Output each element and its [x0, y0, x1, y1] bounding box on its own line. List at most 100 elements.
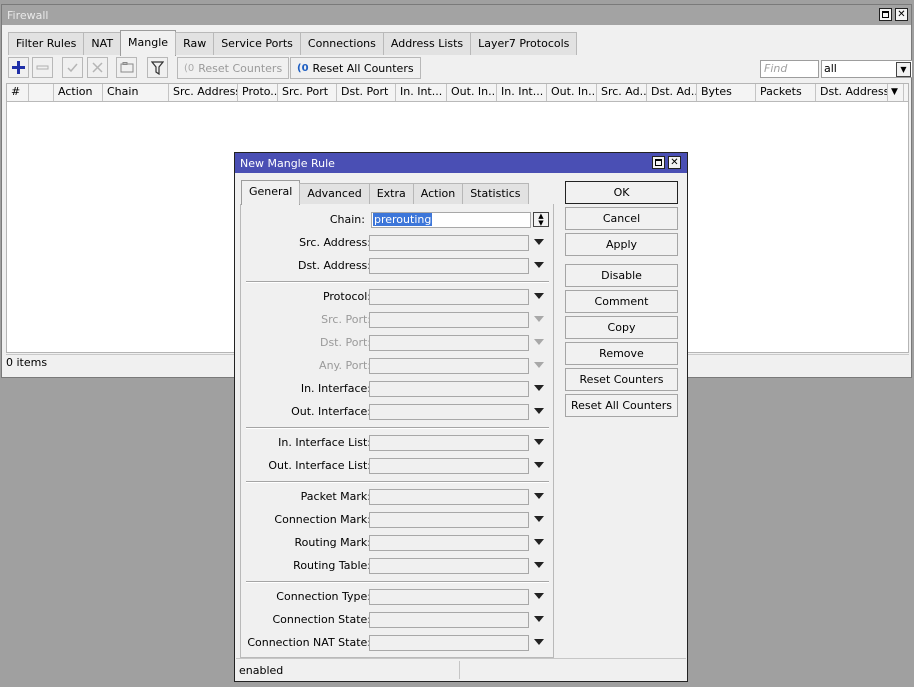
col-header[interactable]: Bytes — [697, 84, 756, 101]
col-header[interactable]: Out. In... — [547, 84, 597, 101]
packet-mark-input[interactable] — [369, 489, 529, 505]
tab-mangle[interactable]: Mangle — [120, 30, 177, 56]
chevron-down-icon[interactable] — [534, 408, 544, 414]
disable-x-icon[interactable] — [87, 57, 108, 78]
chevron-down-icon[interactable] — [534, 462, 544, 468]
col-header[interactable]: # — [7, 84, 29, 101]
col-header[interactable]: Dst. Address — [816, 84, 888, 101]
chevron-down-icon[interactable] — [534, 293, 544, 299]
tab-nat[interactable]: NAT — [83, 32, 122, 55]
chevron-down-icon[interactable] — [534, 262, 544, 268]
reset-all-counters-button[interactable]: (0 Reset All Counters — [290, 57, 421, 79]
dialog-titlebar[interactable]: New Mangle Rule ✕ — [235, 153, 687, 173]
col-header[interactable]: Action — [54, 84, 103, 101]
col-header[interactable]: Out. In... — [447, 84, 497, 101]
col-header[interactable]: In. Int... — [396, 84, 447, 101]
in-interface-list-input[interactable] — [369, 435, 529, 451]
copy-button[interactable]: Copy — [565, 316, 678, 339]
filter-select[interactable]: all ▼ — [821, 60, 913, 78]
chevron-down-icon[interactable] — [534, 362, 544, 368]
chevron-down-icon[interactable] — [534, 516, 544, 522]
chevron-down-icon[interactable] — [534, 539, 544, 545]
tab-raw[interactable]: Raw — [175, 32, 215, 55]
tab-filter-rules[interactable]: Filter Rules — [8, 32, 85, 55]
columns-menu-icon[interactable]: ▼ — [888, 84, 904, 101]
chevron-down-icon[interactable] — [534, 339, 544, 345]
col-header[interactable]: Chain — [103, 84, 169, 101]
reset-all-counters-button[interactable]: Reset All Counters — [565, 394, 678, 417]
routing-table-input[interactable] — [369, 558, 529, 574]
out-interface-list-input[interactable] — [369, 458, 529, 474]
col-header[interactable]: Packets — [756, 84, 816, 101]
dst-port-input[interactable] — [369, 335, 529, 351]
chevron-down-icon[interactable] — [534, 385, 544, 391]
chevron-down-icon[interactable] — [534, 439, 544, 445]
field-chain: Chain: prerouting ▲ ▼ — [241, 211, 555, 229]
col-header[interactable]: Src. Address — [169, 84, 238, 101]
connection-mark-input[interactable] — [369, 512, 529, 528]
in-interface-input[interactable] — [369, 381, 529, 397]
comment-button[interactable]: Comment — [565, 290, 678, 313]
filter-icon[interactable] — [147, 57, 168, 78]
col-header[interactable]: Src. Port — [278, 84, 337, 101]
col-header[interactable] — [29, 84, 54, 101]
any-port-input[interactable] — [369, 358, 529, 374]
close-icon[interactable]: ✕ — [668, 156, 681, 169]
chevron-down-icon[interactable] — [534, 593, 544, 599]
maximize-icon[interactable] — [879, 8, 892, 21]
field-connection-mark: Connection Mark: — [241, 511, 555, 529]
routing-mark-input[interactable] — [369, 535, 529, 551]
chevron-down-icon[interactable] — [534, 239, 544, 245]
protocol-input[interactable] — [369, 289, 529, 305]
tab-service-ports[interactable]: Service Ports — [213, 32, 301, 55]
disable-button[interactable]: Disable — [565, 264, 678, 287]
col-header[interactable]: Proto... — [238, 84, 278, 101]
chain-input[interactable]: prerouting — [371, 212, 531, 228]
dst-address-label: Dst. Address: — [297, 259, 371, 272]
tab-address-lists[interactable]: Address Lists — [382, 32, 472, 55]
src-address-input[interactable] — [369, 235, 529, 251]
add-icon[interactable] — [8, 57, 29, 78]
remove-button[interactable]: Remove — [565, 342, 678, 365]
dst-address-input[interactable] — [369, 258, 529, 274]
out-interface-input[interactable] — [369, 404, 529, 420]
tab-extra[interactable]: Extra — [368, 183, 414, 204]
tab-advanced[interactable]: Advanced — [299, 183, 370, 204]
routing-mark-label: Routing Mark: — [294, 536, 371, 549]
src-port-input[interactable] — [369, 312, 529, 328]
comment-icon[interactable] — [116, 57, 137, 78]
chain-label: Chain: — [329, 213, 365, 226]
firewall-titlebar[interactable]: Firewall ✕ — [2, 5, 911, 25]
tab-layer7-protocols[interactable]: Layer7 Protocols — [470, 32, 578, 55]
connection-type-input[interactable] — [369, 589, 529, 605]
connection-nat-state-input[interactable] — [369, 635, 529, 651]
maximize-icon[interactable] — [652, 156, 665, 169]
col-header[interactable]: Src. Ad... — [597, 84, 647, 101]
connection-state-input[interactable] — [369, 612, 529, 628]
tab-statistics[interactable]: Statistics — [462, 183, 529, 204]
chevron-down-icon[interactable] — [534, 616, 544, 622]
tab-general[interactable]: General — [241, 180, 301, 205]
tab-action[interactable]: Action — [412, 183, 464, 204]
chevron-down-icon[interactable] — [534, 562, 544, 568]
cancel-button[interactable]: Cancel — [565, 207, 678, 230]
reset-counters-button[interactable]: Reset Counters — [565, 368, 678, 391]
chevron-down-icon[interactable]: ▲ ▼ — [533, 212, 549, 227]
table-header: # Action Chain Src. Address Proto... Src… — [7, 84, 908, 102]
chevron-down-icon[interactable] — [534, 316, 544, 322]
col-header[interactable]: Dst. Port — [337, 84, 396, 101]
col-header[interactable]: In. Int... — [497, 84, 547, 101]
enable-check-icon[interactable] — [62, 57, 83, 78]
ok-button[interactable]: OK — [565, 181, 678, 204]
apply-button[interactable]: Apply — [565, 233, 678, 256]
find-input[interactable]: Find — [760, 60, 819, 78]
chain-value: prerouting — [373, 213, 433, 226]
chevron-down-icon[interactable]: ▼ — [896, 62, 911, 77]
chevron-down-icon[interactable] — [534, 639, 544, 645]
chevron-down-icon[interactable] — [534, 493, 544, 499]
reset-counters-button[interactable]: (0 Reset Counters — [177, 57, 290, 79]
col-header[interactable]: Dst. Ad... — [647, 84, 697, 101]
remove-icon[interactable] — [32, 57, 53, 78]
close-icon[interactable]: ✕ — [895, 8, 908, 21]
tab-connections[interactable]: Connections — [299, 32, 384, 55]
